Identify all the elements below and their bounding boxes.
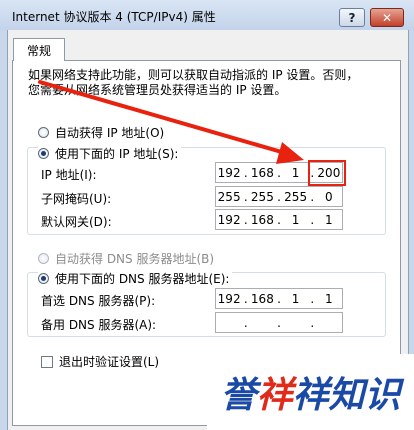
auto-ip-radio[interactable] [38,127,49,138]
octet-separator: . [243,189,248,204]
title-bar: Internet 协议版本 4 (TCP/IPv4) 属性 ? ✕ [0,0,414,30]
octet-separator: . [277,315,281,330]
ip-octet-1[interactable]: 192 [216,166,242,180]
octet-separator: . [310,315,315,330]
octet-separator: . [243,291,248,306]
octet-separator: . [310,189,315,204]
subnet-mask-field[interactable]: 255. 255. 255. 0 [215,186,343,207]
octet-separator: . [243,315,248,330]
gateway-field[interactable]: 192. 168. 1. 1 [215,209,343,230]
octet-separator: . [243,165,248,180]
close-button[interactable]: ✕ [370,8,404,27]
manual-ip-label: 使用下面的 IP 地址(S): [55,147,179,161]
mask-octet-1[interactable]: 255 [216,190,242,204]
octet-separator: . [277,189,281,204]
subnet-mask-label: 子网掩码(U): [41,192,112,206]
validate-checkbox[interactable] [41,355,53,368]
gateway-octet-3[interactable]: 1 [283,213,309,227]
auto-ip-option[interactable]: 自动获得 IP 地址(O) [38,124,164,141]
help-button[interactable]: ? [339,8,365,27]
octet-separator: . [310,212,315,227]
ip-octet-3[interactable]: 1 [283,166,309,180]
manual-dns-radio[interactable] [38,273,49,284]
auto-dns-label: 自动获得 DNS 服务器地址(B) [55,252,215,266]
mask-octet-3[interactable]: 255 [283,190,309,204]
auto-dns-option[interactable]: 自动获得 DNS 服务器地址(B) [38,250,214,267]
manual-ip-option[interactable]: 使用下面的 IP 地址(S): [38,145,182,162]
watermark-logo: 誉祥祥知识 [207,354,414,430]
gateway-octet-1[interactable]: 192 [216,213,242,227]
gateway-octet-4[interactable]: 1 [316,213,342,227]
description-text: 如果网络支持此功能，则可以获取自动指派的 IP 设置。否则， 您需要从网络系统管… [28,68,388,98]
pdns-octet-1[interactable]: 192 [216,292,242,306]
annotation-highlight-box [308,160,346,186]
description-line-2: 您需要从网络系统管理员处获得适当的 IP 设置。 [28,83,287,97]
watermark-part-1: 誉 [220,375,257,416]
validate-settings-option[interactable]: 退出时验证设置(L) [41,353,159,370]
description-line-1: 如果网络支持此功能，则可以获取自动指派的 IP 设置。否则， [28,68,359,82]
preferred-dns-field[interactable]: 192. 168. 1. 1 [215,288,343,309]
gateway-octet-2[interactable]: 168 [249,213,275,227]
window-title: Internet 协议版本 4 (TCP/IPv4) 属性 [12,10,216,24]
pdns-octet-3[interactable]: 1 [283,292,309,306]
pdns-octet-4[interactable]: 1 [316,292,342,306]
preferred-dns-label: 首选 DNS 服务器(P): [41,294,156,308]
watermark-part-2: 祥 [256,375,293,416]
manual-dns-option[interactable]: 使用下面的 DNS 服务器地址(E): [38,270,233,287]
alternate-dns-label: 备用 DNS 服务器(A): [41,318,157,332]
tab-general[interactable]: 常规 [13,38,65,61]
octet-separator: . [243,212,248,227]
manual-dns-label: 使用下面的 DNS 服务器地址(E): [55,272,230,286]
mask-octet-4[interactable]: 0 [316,190,342,204]
mask-octet-2[interactable]: 255 [249,190,275,204]
pdns-octet-2[interactable]: 168 [249,292,275,306]
gateway-label: 默认网关(D): [41,215,112,229]
octet-separator: . [277,165,281,180]
watermark-part-3: 祥知识 [292,375,401,416]
auto-ip-label: 自动获得 IP 地址(O) [55,126,165,140]
octet-separator: . [310,291,315,306]
auto-dns-radio[interactable] [38,253,49,264]
octet-separator: . [277,291,281,306]
ip-octet-2[interactable]: 168 [249,166,275,180]
octet-separator: . [277,212,281,227]
validate-label: 退出时验证设置(L) [59,355,160,369]
ip-address-label: IP 地址(I): [41,168,97,182]
manual-ip-radio[interactable] [38,148,49,159]
alternate-dns-field[interactable]: . . . [215,312,343,333]
